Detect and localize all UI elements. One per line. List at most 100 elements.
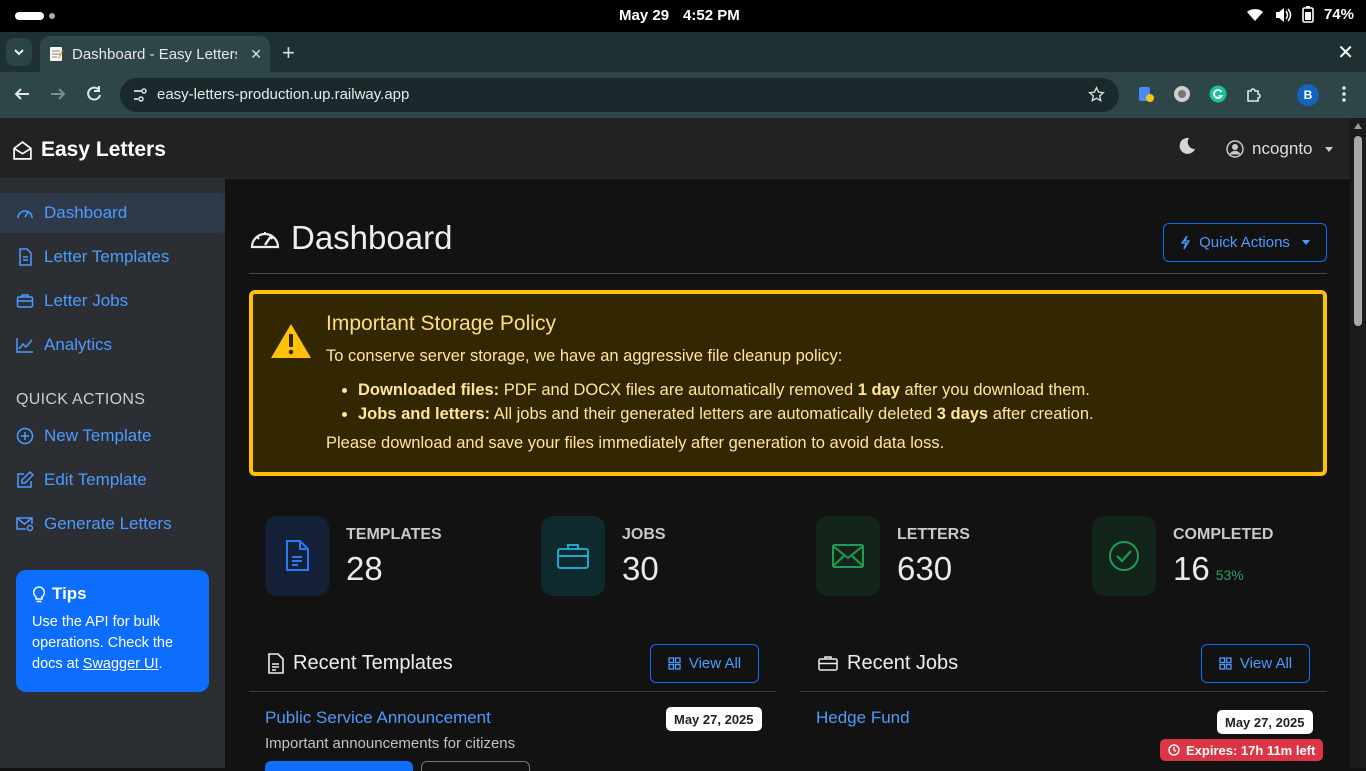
browser-menu-icon[interactable] [1336, 85, 1352, 103]
sidebar-item-generate-letters[interactable]: Generate Letters [0, 504, 225, 544]
template-action-button[interactable] [265, 761, 413, 771]
extension-shield-icon[interactable] [1173, 85, 1191, 103]
page-scrollbar[interactable] [1350, 118, 1366, 768]
alert-list: Downloaded files: PDF and DOCX files are… [358, 378, 1094, 426]
quick-actions-heading: QUICK ACTIONS [16, 391, 146, 408]
window-close-button[interactable]: ✕ [1337, 40, 1354, 65]
sidebar-item-letter-jobs[interactable]: Letter Jobs [0, 281, 225, 321]
profile-avatar[interactable]: B [1297, 84, 1319, 106]
forward-arrow-icon[interactable] [48, 84, 68, 104]
browser-tab-strip: Dashboard - Easy Letters ✕ + ✕ [0, 32, 1366, 72]
username: ncognto [1252, 139, 1313, 158]
page-title: Dashboard [249, 219, 452, 257]
recent-templates-title: Recent Templates [267, 652, 453, 675]
recent-templates-title-text: Recent Templates [293, 652, 453, 674]
job-link[interactable]: Hedge Fund [816, 708, 910, 728]
title-divider [249, 273, 1327, 274]
app-navbar: Easy Letters ncognto [0, 118, 1350, 179]
sidebar-item-label: Edit Template [44, 470, 147, 489]
stat-templates: TEMPLATES 28 [265, 516, 525, 596]
speedometer-icon [250, 232, 280, 249]
briefcase-icon [557, 544, 589, 569]
recent-jobs-title-text: Recent Jobs [847, 652, 959, 674]
quick-actions-button[interactable]: Quick Actions [1163, 223, 1327, 262]
tips-title: Tips [52, 584, 87, 603]
memo-favicon-icon [50, 47, 63, 61]
tips-text-end: . [158, 656, 163, 672]
grammarly-icon[interactable] [1209, 85, 1227, 103]
sidebar-item-letter-templates[interactable]: Letter Templates [0, 237, 225, 277]
sidebar-item-edit-template[interactable]: Edit Template [0, 460, 225, 500]
status-clock: May 29 4:52 PM [619, 7, 740, 24]
template-secondary-button[interactable] [421, 761, 530, 771]
system-tray: 74% [1246, 6, 1354, 23]
brand[interactable]: Easy Letters [12, 138, 166, 162]
lightbulb-icon [32, 585, 46, 602]
view-all-label: View All [688, 655, 742, 672]
browser-tab[interactable]: Dashboard - Easy Letters ✕ [40, 36, 270, 72]
browser-toolbar: easy-letters-production.up.railway.app [0, 72, 1366, 118]
view-all-templates-button[interactable]: View All [650, 644, 759, 683]
alert-bullet-label: Downloaded files: [358, 381, 500, 399]
job-expiry-badge: Expires: 17h 11m left [1160, 739, 1324, 761]
url-text: easy-letters-production.up.railway.app [157, 86, 410, 103]
caret-down-icon [1324, 146, 1333, 152]
alert-bullet-text: PDF and DOCX files are automatically rem… [499, 381, 858, 399]
envelope-open-icon [13, 140, 32, 160]
stat-label: TEMPLATES [346, 526, 442, 543]
stat-value-row: 16 53% [1173, 550, 1244, 588]
job-date-badge: May 27, 2025 [1217, 710, 1313, 734]
alert-bullet-label: Jobs and letters: [358, 405, 491, 423]
stat-icon-box [816, 516, 880, 596]
stat-value: 30 [622, 550, 659, 587]
warning-triangle-icon [271, 324, 311, 358]
grid-icon [1219, 657, 1232, 670]
reload-icon[interactable] [84, 84, 104, 104]
envelope-gear-icon [16, 517, 34, 532]
scrollbar-thumb[interactable] [1354, 136, 1362, 326]
lightning-icon [1180, 235, 1191, 250]
tab-title: Dashboard - Easy Letters [72, 45, 237, 63]
status-date: May 29 [619, 7, 670, 24]
stat-value: 28 [346, 550, 383, 587]
scroll-up-arrow-icon[interactable] [1354, 123, 1362, 129]
battery-icon [1302, 6, 1314, 23]
recent-jobs-header: Recent Jobs View All [800, 644, 1327, 692]
tips-card: Tips Use the API for bulk operations. Ch… [16, 570, 209, 692]
os-status-bar: May 29 4:52 PM 74% [0, 0, 1366, 32]
main-content: Dashboard Quick Actions Important Storag… [225, 179, 1350, 771]
stat-icon-box [265, 516, 329, 596]
template-link[interactable]: Public Service Announcement [265, 708, 491, 728]
grid-icon [668, 657, 681, 670]
tab-close-icon[interactable]: ✕ [250, 46, 262, 63]
bookmark-star-icon[interactable] [1088, 86, 1105, 103]
status-pill-icon [15, 12, 44, 20]
swagger-ui-link[interactable]: Swagger UI [83, 656, 159, 672]
alert-title: Important Storage Policy [326, 312, 556, 335]
sidebar-item-new-template[interactable]: New Template [0, 416, 225, 456]
extensions-puzzle-icon[interactable] [1245, 85, 1263, 103]
page-title-text: Dashboard [291, 219, 453, 256]
gauge-icon [17, 210, 33, 219]
sidebar-item-dashboard[interactable]: Dashboard [0, 193, 225, 233]
status-dot-icon [49, 13, 55, 19]
briefcase-icon [818, 656, 838, 671]
view-all-jobs-button[interactable]: View All [1201, 644, 1310, 683]
tab-search-button[interactable] [6, 38, 32, 66]
plus-circle-icon [16, 427, 34, 445]
alert-bullet-duration: 1 day [857, 381, 900, 399]
sidebar-item-analytics[interactable]: Analytics [0, 325, 225, 365]
alert-bullet-jobs: Jobs and letters: All jobs and their gen… [358, 402, 1094, 426]
graph-icon [16, 338, 33, 353]
user-menu[interactable]: ncognto [1226, 139, 1333, 159]
address-bar[interactable]: easy-letters-production.up.railway.app [120, 78, 1119, 112]
new-tab-button[interactable]: + [282, 40, 295, 66]
moon-icon[interactable] [1178, 137, 1196, 155]
extension-drive-icon[interactable] [1137, 85, 1155, 103]
alert-bullet-text: after you download them. [899, 381, 1090, 399]
site-info-icon[interactable] [132, 87, 148, 103]
back-arrow-icon[interactable] [12, 84, 32, 104]
storage-policy-alert: Important Storage Policy To conserve ser… [249, 290, 1327, 476]
battery-level: 74% [1323, 6, 1354, 23]
recent-jobs-title: Recent Jobs [818, 652, 958, 675]
